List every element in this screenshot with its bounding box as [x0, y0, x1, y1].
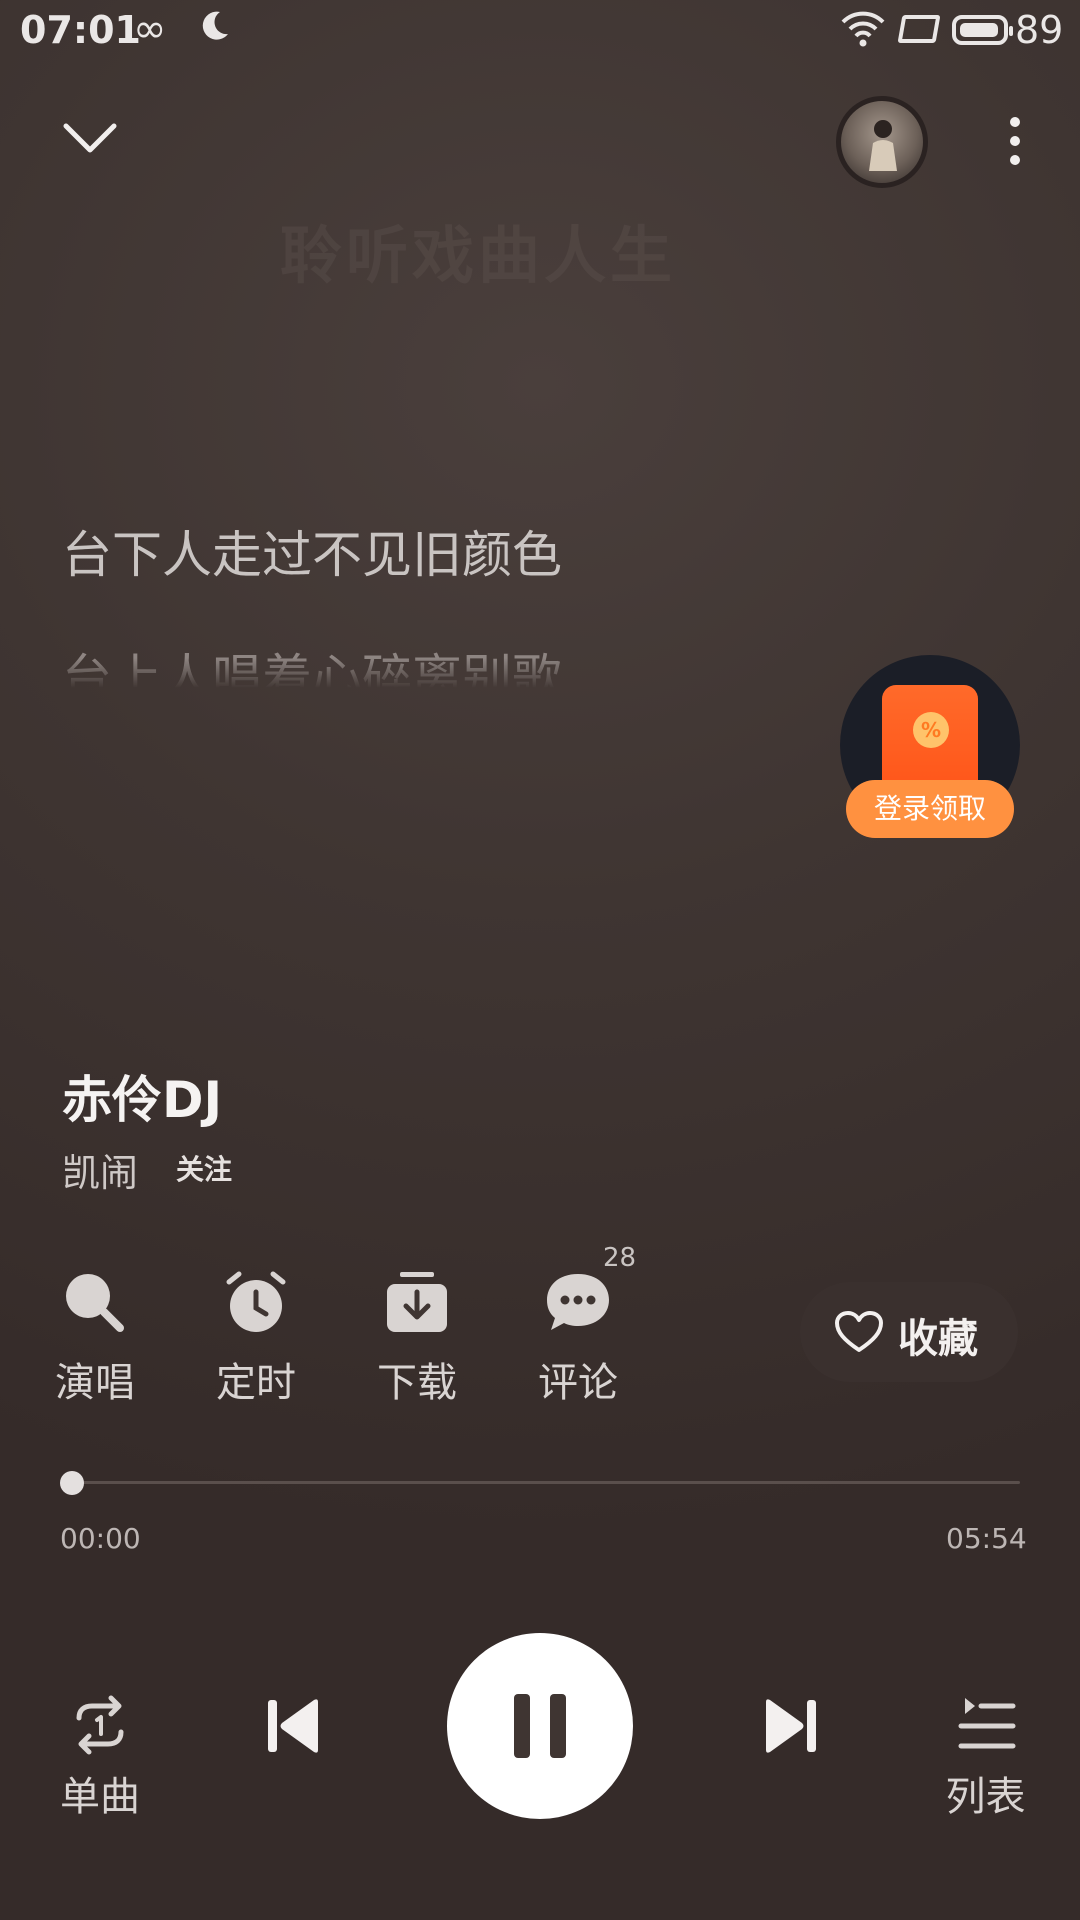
next-track-icon[interactable] [760, 1696, 820, 1756]
heart-icon [835, 1311, 883, 1352]
song-title: 赤伶DJ [62, 1071, 223, 1129]
favorite-button[interactable]: 收藏 [800, 1282, 1018, 1382]
playlist-button[interactable]: 列表 [938, 1690, 1033, 1822]
moon-icon [202, 11, 228, 40]
cover-avatar[interactable] [836, 96, 928, 188]
cover-figure-icon [869, 120, 897, 171]
repeat-one-icon [76, 1695, 124, 1755]
comment-action[interactable]: 评论 [528, 1268, 628, 1408]
comment-label: 评论 [538, 1360, 618, 1406]
pause-icon [514, 1694, 530, 1758]
battery-icon [952, 15, 1013, 45]
infinity-icon: ∞ [133, 6, 167, 52]
download-icon [387, 1272, 447, 1332]
progress-thumb[interactable] [60, 1471, 84, 1495]
comment-count-badge: 28 [603, 1243, 637, 1273]
previous-track-icon[interactable] [264, 1696, 324, 1756]
pause-button[interactable] [447, 1633, 633, 1819]
playlist-label: 列表 [945, 1774, 1026, 1820]
lyric-line-current[interactable]: 台下人走过不见旧颜色 [62, 515, 562, 587]
sing-label: 演唱 [55, 1360, 135, 1406]
download-action[interactable]: 下载 [367, 1268, 467, 1408]
collapse-chevron-down-icon[interactable] [60, 118, 120, 158]
current-time: 00:00 [60, 1522, 141, 1555]
pause-icon-bar [550, 1694, 566, 1758]
total-time: 05:54 [946, 1522, 1027, 1555]
play-mode-button[interactable]: 单曲 [55, 1690, 145, 1822]
playlist-icon [958, 1698, 1015, 1749]
alarm-clock-icon [226, 1271, 286, 1332]
login-claim-button[interactable]: 登录领取 [846, 780, 1014, 838]
artist-name[interactable]: 凯闹 [62, 1142, 138, 1197]
background-artwork-title: 聆听戏曲人生 [280, 219, 677, 292]
lyric-line-next[interactable]: 台上人唱着心碎离别歌 [62, 638, 562, 688]
favorite-label: 收藏 [898, 1316, 978, 1362]
download-label: 下载 [377, 1360, 457, 1406]
play-mode-label: 单曲 [60, 1774, 140, 1820]
wifi-icon [841, 11, 885, 47]
timer-action[interactable]: 定时 [206, 1268, 306, 1408]
progress-track[interactable] [62, 1481, 1020, 1484]
comment-bubble-icon [547, 1274, 609, 1330]
microphone-icon [66, 1274, 124, 1332]
battery-level: 89 [1015, 8, 1064, 52]
screen-icon [897, 15, 941, 43]
status-bar: 07:01 ∞ 89 [0, 0, 1080, 60]
sing-action[interactable]: 演唱 [45, 1268, 145, 1408]
status-time: 07:01 [20, 8, 141, 52]
timer-label: 定时 [216, 1360, 296, 1406]
more-options-icon[interactable] [1000, 114, 1030, 174]
follow-button[interactable]: 关注 [176, 1148, 232, 1188]
coin-icon: % [913, 712, 949, 748]
